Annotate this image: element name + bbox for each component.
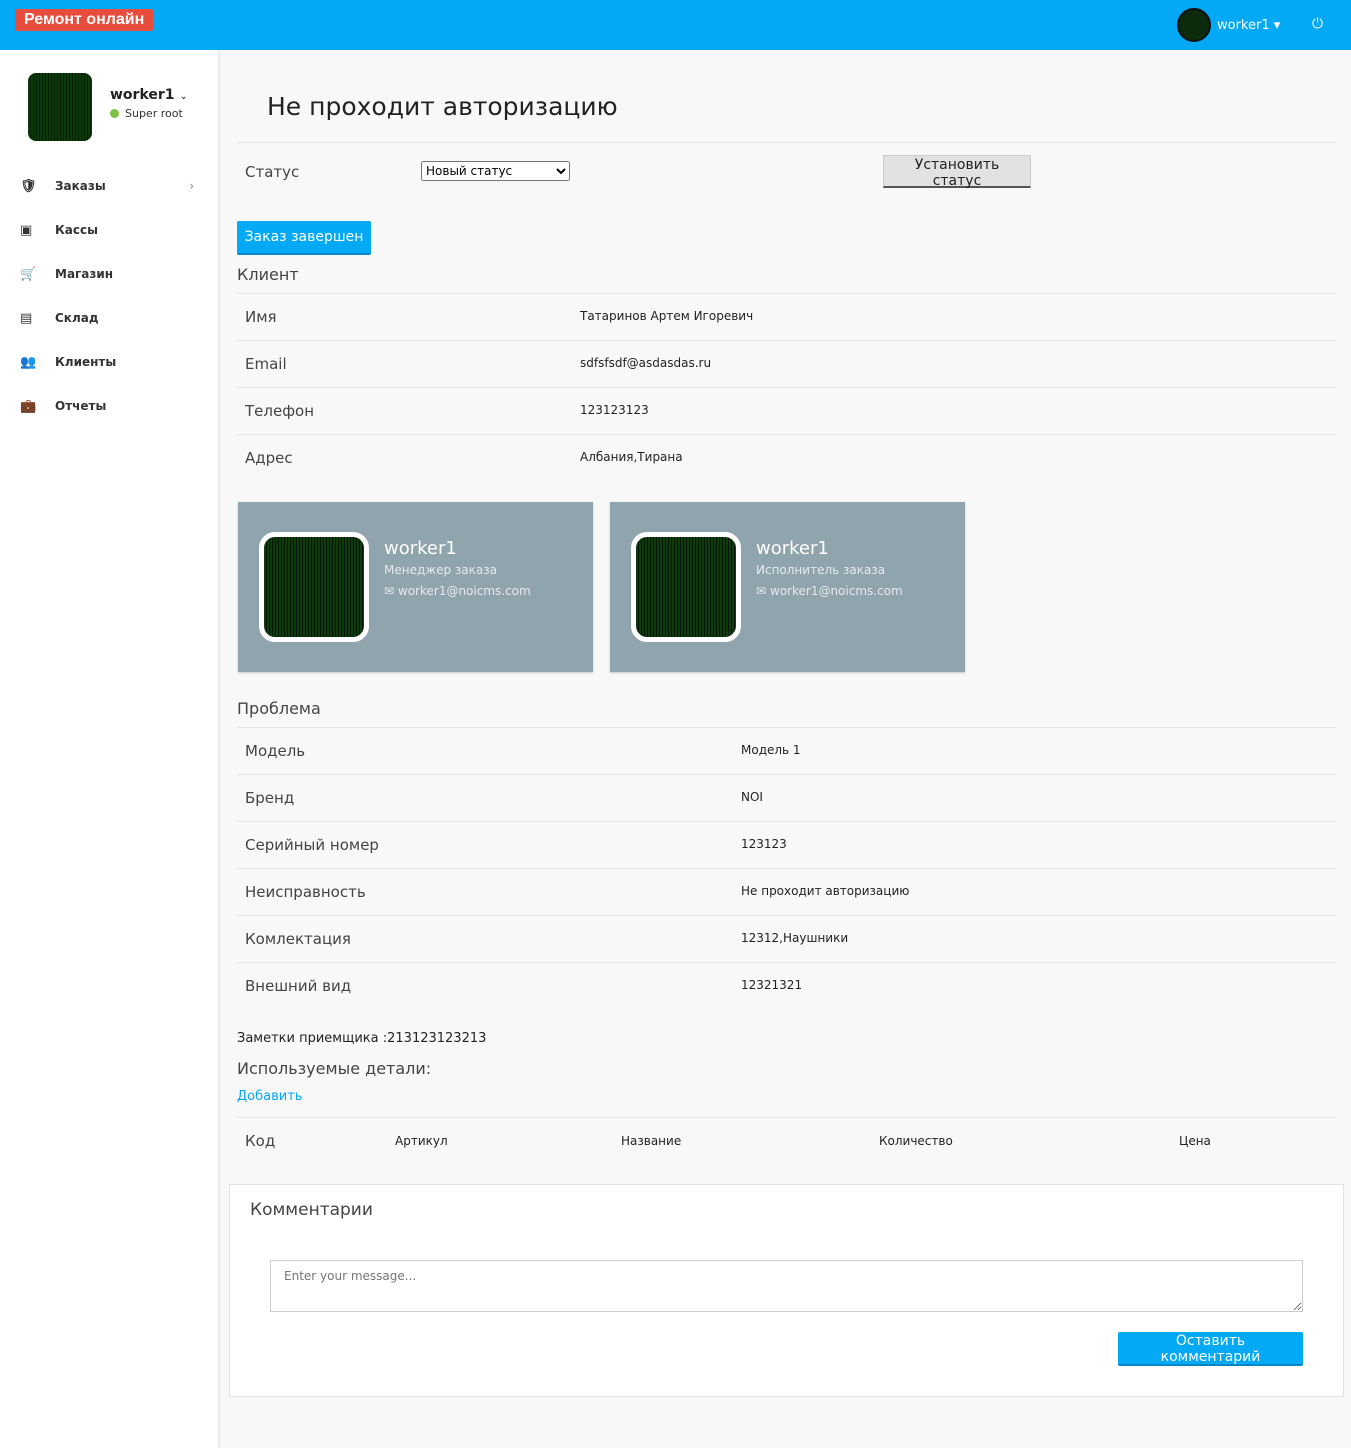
- comments-title: Комментарии: [250, 1200, 373, 1220]
- notes: Заметки приемщика :213123123213: [237, 1031, 487, 1046]
- col-price: Цена: [1179, 1134, 1211, 1148]
- problem-title: Проблема: [237, 699, 321, 718]
- col-code: Код: [245, 1132, 276, 1150]
- briefcase-icon: 💼: [20, 398, 37, 414]
- online-dot-icon: [110, 109, 119, 118]
- orders-icon: 🛡: [20, 178, 37, 194]
- serial-label: Серийный номер: [245, 836, 379, 854]
- comment-input[interactable]: [270, 1260, 1303, 1312]
- sidebar-item-warehouse[interactable]: ▤ Склад: [0, 303, 218, 333]
- fault-label: Неисправность: [245, 883, 366, 901]
- username: worker1: [1217, 17, 1270, 33]
- client-address-value: Албания,Тирана: [580, 450, 683, 464]
- client-name-label: Имя: [245, 308, 277, 326]
- kit-label: Комлектация: [245, 930, 351, 948]
- chevron-right-icon: ›: [189, 179, 194, 193]
- power-icon[interactable]: ⏻: [1312, 16, 1323, 32]
- serial-value: 123123: [741, 837, 787, 851]
- col-quantity: Количество: [879, 1134, 953, 1148]
- avatar: [259, 532, 369, 642]
- appearance-label: Внешний вид: [245, 977, 352, 995]
- sidebar-username[interactable]: worker1 ⌄: [110, 87, 188, 103]
- files-icon: ▤: [20, 310, 33, 326]
- envelope-icon: ✉: [384, 584, 395, 598]
- role: Super root: [110, 107, 183, 120]
- status-select[interactable]: Новый статус: [421, 161, 570, 181]
- sidebar: worker1 ⌄ Super root 🛡 Заказы › ▣ Кассы 🛒 Ма…: [0, 50, 220, 1448]
- avatar: [28, 73, 92, 141]
- client-address-label: Адрес: [245, 449, 293, 467]
- submit-comment-button[interactable]: Оставить комментарий: [1118, 1332, 1303, 1366]
- executor-card: worker1 Исполнитель заказа ✉ worker1@noi…: [610, 502, 965, 672]
- cart-icon: 🛒: [20, 266, 37, 282]
- brand-logo[interactable]: Ремонт онлайн: [15, 9, 154, 31]
- sidebar-item-cash[interactable]: ▣ Кассы: [0, 215, 218, 245]
- set-status-button[interactable]: Установить статус: [883, 155, 1031, 189]
- fault-value: Не проходит авторизацию: [741, 884, 910, 898]
- client-title: Клиент: [237, 265, 299, 284]
- col-name: Название: [621, 1134, 682, 1148]
- client-name-value: Татаринов Артем Игоревич: [580, 309, 754, 323]
- user-menu[interactable]: worker1 ▾: [1177, 8, 1280, 42]
- sidebar-item-reports[interactable]: 💼 Отчеты: [0, 391, 218, 421]
- complete-order-button[interactable]: Заказ завершен: [237, 221, 371, 255]
- col-article: Артикул: [395, 1134, 448, 1148]
- sidebar-item-shop[interactable]: 🛒 Магазин: [0, 259, 218, 289]
- page-title: Не проходит авторизацию: [267, 92, 618, 121]
- appearance-value: 12321321: [741, 978, 803, 992]
- parts-title: Используемые детали:: [237, 1059, 432, 1078]
- topbar: Ремонт онлайн worker1 ▾ ⏻: [0, 0, 1351, 50]
- chevron-down-icon: ⌄: [179, 91, 188, 102]
- brand-label: Бренд: [245, 789, 295, 807]
- client-phone-label: Телефон: [245, 402, 315, 420]
- client-phone-value: 123123123: [580, 403, 649, 417]
- model-label: Модель: [245, 742, 306, 760]
- status-label: Статус: [245, 163, 300, 181]
- caret-down-icon: ▾: [1269, 17, 1281, 33]
- client-email-label: Email: [245, 355, 287, 373]
- kit-value: 12312,Наушники: [741, 931, 849, 945]
- envelope-icon: ✉: [756, 584, 767, 598]
- model-value: Модель 1: [741, 743, 801, 757]
- sidebar-item-orders[interactable]: 🛡 Заказы ›: [0, 171, 218, 201]
- users-icon: 👥: [20, 354, 37, 370]
- add-part-link[interactable]: Добавить: [237, 1089, 302, 1104]
- comments-panel: Комментарии Оставить комментарий: [229, 1184, 1344, 1397]
- sidebar-item-clients[interactable]: 👥 Клиенты: [0, 347, 218, 377]
- manager-card: worker1 Менеджер заказа ✉ worker1@noicms…: [238, 502, 593, 672]
- avatar: [631, 532, 741, 642]
- client-email-value: sdfsfsdf@asdasdas.ru: [580, 356, 712, 370]
- brand-value: NOI: [741, 790, 763, 804]
- money-icon: ▣: [20, 222, 33, 238]
- avatar: [1177, 8, 1211, 42]
